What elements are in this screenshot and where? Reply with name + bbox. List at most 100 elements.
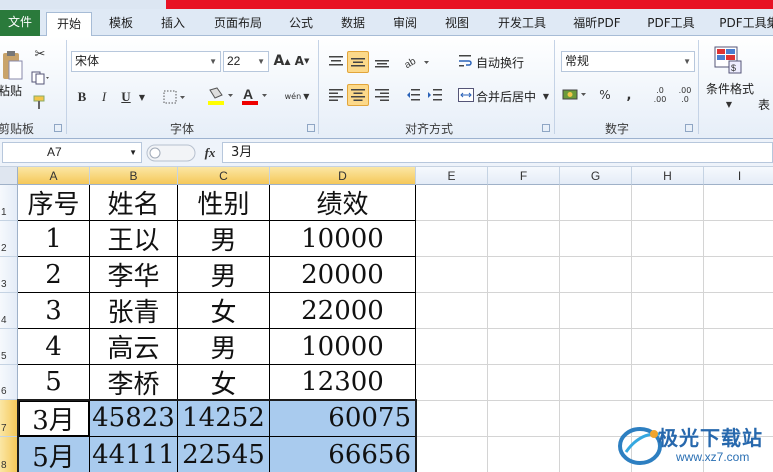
cell-c6[interactable]: 女 [178,365,270,400]
align-top-icon[interactable] [327,53,345,71]
column-header-g[interactable]: G [560,167,632,185]
font-name-select[interactable]: 宋体 ▼ [71,51,221,72]
cell-a6[interactable]: 5 [18,365,90,400]
number-format-select[interactable]: 常规 ▼ [561,51,695,72]
cell-b7[interactable]: 45823 [90,400,178,437]
cell-b8[interactable]: 44111 [90,437,178,472]
copy-icon[interactable] [30,70,50,86]
wrap-text-icon[interactable] [458,52,474,70]
tab-view[interactable]: 视图 [437,12,477,36]
tab-review[interactable]: 审阅 [385,12,425,36]
cell-a1[interactable]: 序号 [18,185,90,221]
cell-a3[interactable]: 2 [18,257,90,293]
row-header-5[interactable]: 5 [0,329,18,365]
comma-style-button[interactable]: , [622,86,636,104]
tab-foxit-pdf[interactable]: 福昕PDF [568,12,626,36]
border-icon[interactable] [162,88,188,106]
formula-input[interactable]: 3月 [222,142,773,163]
row-header-6[interactable]: 6 [0,365,18,400]
cell-d3[interactable]: 20000 [270,257,416,293]
tab-template[interactable]: 模板 [98,12,144,36]
phonetic-guide-icon[interactable]: wén ▼ [282,86,312,106]
cell-d6[interactable]: 12300 [270,365,416,400]
cell-a4[interactable]: 3 [18,293,90,329]
italic-button[interactable]: I [96,88,112,106]
tab-pdf-tools[interactable]: PDF工具 [642,12,700,36]
column-header-f[interactable]: F [488,167,560,185]
cell-c3[interactable]: 男 [178,257,270,293]
alignment-dialog-launcher[interactable] [542,124,550,132]
chevron-down-icon[interactable]: ▼ [137,90,147,104]
conditional-format-icon[interactable]: $ [712,44,744,76]
bold-button[interactable]: B [74,88,90,106]
cell-c4[interactable]: 女 [178,293,270,329]
underline-button[interactable]: U [118,88,134,106]
font-color-icon[interactable]: A [240,86,270,106]
cell-d8[interactable]: 66656 [270,437,416,472]
cell-c1[interactable]: 性别 [178,185,270,221]
conditional-format-label[interactable]: 条件格式 [706,80,754,97]
format-as-table-label[interactable]: 表 [758,96,770,113]
cell-d2[interactable]: 10000 [270,221,416,257]
tab-file[interactable]: 文件 [0,10,40,36]
cell-a2[interactable]: 1 [18,221,90,257]
tab-insert[interactable]: 插入 [150,12,196,36]
cell-b2[interactable]: 王以 [90,221,178,257]
merge-center-label[interactable]: 合并后居中 [476,88,536,105]
row-header-4[interactable]: 4 [0,293,18,329]
tab-page-layout[interactable]: 页面布局 [206,12,270,36]
paste-label[interactable]: 粘贴 [0,82,22,99]
increase-indent-icon[interactable] [426,86,444,104]
cell-c2[interactable]: 男 [178,221,270,257]
cell-d7[interactable]: 60075 [270,400,416,437]
cell-c5[interactable]: 男 [178,329,270,365]
column-header-d[interactable]: D [270,167,416,185]
shrink-font-icon[interactable]: A ▼ [293,52,311,70]
align-left-icon[interactable] [327,86,345,104]
column-header-i[interactable]: I [704,167,773,185]
formula-bar-divider-handle[interactable] [146,143,196,163]
cell-b3[interactable]: 李华 [90,257,178,293]
column-header-b[interactable]: B [90,167,178,185]
percent-button[interactable]: % [597,86,613,104]
chevron-down-icon[interactable]: ▼ [541,90,551,102]
row-header-8[interactable]: 8 [0,437,18,472]
cell-d1[interactable]: 绩效 [270,185,416,221]
tab-data[interactable]: 数据 [333,12,373,36]
column-header-e[interactable]: E [416,167,488,185]
select-all-corner[interactable] [0,167,18,185]
row-header-7[interactable]: 7 [0,400,18,437]
tab-home[interactable]: 开始 [46,12,92,37]
cell-a8[interactable]: 5月 [18,437,90,472]
row-header-2[interactable]: 2 [0,221,18,257]
align-middle-icon[interactable] [347,51,369,73]
decrease-decimal-button[interactable]: .00 .0 [675,84,695,106]
cell-a7[interactable]: 3月 [18,400,90,437]
align-bottom-icon[interactable] [373,53,391,71]
column-header-a[interactable]: A [18,167,90,185]
cell-b1[interactable]: 姓名 [90,185,178,221]
insert-function-button[interactable]: fx [200,143,220,163]
decrease-indent-icon[interactable] [404,86,422,104]
cell-a5[interactable]: 4 [18,329,90,365]
wrap-text-label[interactable]: 自动换行 [476,54,524,71]
increase-decimal-button[interactable]: .0 .00 [650,84,670,106]
cut-icon[interactable]: ✂ [32,46,48,62]
format-painter-icon[interactable] [32,94,48,110]
cell-c7[interactable]: 14252 [178,400,270,437]
fill-color-icon[interactable] [206,86,236,106]
tab-developer[interactable]: 开发工具 [490,12,554,36]
align-right-icon[interactable] [373,86,391,104]
align-center-icon[interactable] [347,84,369,106]
font-dialog-launcher[interactable] [307,124,315,132]
merge-center-icon[interactable] [458,86,474,104]
cell-d4[interactable]: 22000 [270,293,416,329]
orientation-icon[interactable]: ab [404,53,432,71]
cell-c8[interactable]: 22545 [178,437,270,472]
paste-icon[interactable] [0,46,24,86]
cell-b5[interactable]: 高云 [90,329,178,365]
name-box[interactable]: A7 ▼ [2,142,142,163]
accounting-format-icon[interactable] [562,86,590,104]
tab-pdf-toolset[interactable]: PDF工具集 [716,12,773,36]
cell-d5[interactable]: 10000 [270,329,416,365]
